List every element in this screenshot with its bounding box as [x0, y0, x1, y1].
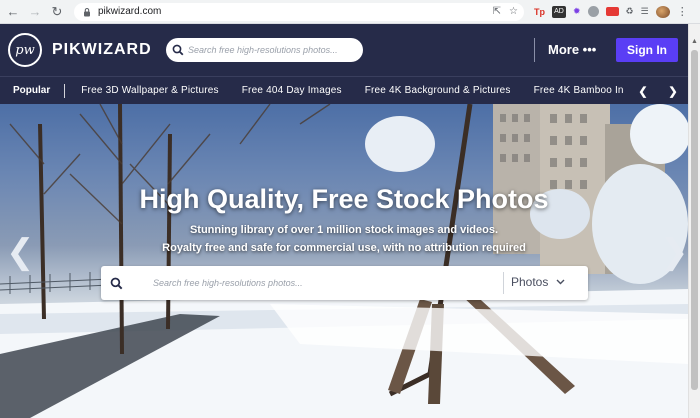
- share-icon[interactable]: ⇱: [493, 6, 501, 17]
- category-bar: Popular Free 3D Wallpaper & Pictures Fre…: [0, 76, 688, 104]
- page-scrollbar[interactable]: ▲: [688, 24, 700, 418]
- search-icon: [172, 44, 184, 56]
- url-text: pikwizard.com: [98, 6, 162, 17]
- category-item[interactable]: Free 4K Background & Pictures: [365, 85, 511, 96]
- browser-toolbar: ← → ↻ pikwizard.com ⇱ ☆ Tp AD ✹ ♻ ☰ ⋮: [0, 0, 700, 24]
- more-menu-button[interactable]: More •••: [548, 42, 596, 57]
- hero-search-bar[interactable]: Photos: [101, 266, 588, 300]
- logo-icon[interactable]: pw: [8, 33, 42, 67]
- hero-search-input[interactable]: [153, 278, 493, 288]
- spark-extension-icon[interactable]: ✹: [573, 6, 581, 18]
- category-item[interactable]: Free 3D Wallpaper & Pictures: [81, 85, 219, 96]
- ad-extension-icon[interactable]: AD: [552, 5, 566, 18]
- forward-icon[interactable]: →: [24, 1, 46, 23]
- header-search-input[interactable]: [188, 45, 348, 55]
- shield-extension-icon[interactable]: [587, 6, 599, 17]
- scrollbar-thumb[interactable]: [691, 50, 698, 390]
- hero-subtitle-secondary: Royalty free and safe for commercial use…: [162, 242, 526, 254]
- header-search[interactable]: [166, 38, 363, 62]
- category-divider: [64, 83, 66, 98]
- popular-label[interactable]: Popular: [13, 85, 50, 96]
- chevron-left-icon[interactable]: ❮: [638, 85, 647, 98]
- reading-list-icon[interactable]: ☰: [641, 6, 649, 18]
- address-bar[interactable]: pikwizard.com ⇱ ☆: [74, 2, 524, 21]
- profile-avatar[interactable]: [655, 5, 670, 18]
- scroll-up-icon[interactable]: ▲: [691, 38, 698, 45]
- tp-extension-icon[interactable]: Tp: [534, 6, 545, 18]
- bookmark-star-icon[interactable]: ☆: [509, 6, 518, 17]
- search-icon: [110, 277, 123, 289]
- category-item[interactable]: Free 404 Day Images: [242, 85, 342, 96]
- hero-subtitle: Stunning library of over 1 million stock…: [189, 224, 499, 236]
- lock-icon: [84, 7, 90, 16]
- chevron-right-icon[interactable]: ❯: [668, 85, 677, 98]
- back-icon[interactable]: ←: [2, 1, 24, 23]
- reload-icon[interactable]: ↻: [46, 1, 68, 23]
- media-type-dropdown[interactable]: Photos: [511, 275, 565, 289]
- search-type-divider: [503, 272, 504, 294]
- menu-dots-icon[interactable]: ⋮: [677, 6, 688, 18]
- hero-banner: ❮ ❯ High Quality, Free Stock Photos Stun…: [0, 104, 688, 418]
- site-header: pw PIKWIZARD More ••• Sign In: [0, 24, 688, 76]
- media-type-value: Photos: [511, 275, 549, 289]
- logo-text[interactable]: PIKWIZARD: [52, 41, 152, 59]
- header-divider: [534, 38, 535, 62]
- category-item[interactable]: Free 4K Bamboo In: [534, 85, 624, 96]
- snowy-street-photo: [0, 104, 688, 418]
- sign-in-button[interactable]: Sign In: [616, 38, 678, 62]
- hero-title: High Quality, Free Stock Photos: [139, 184, 549, 214]
- chevron-down-icon: [556, 279, 565, 285]
- puzzle-extension-icon[interactable]: ♻: [626, 6, 634, 18]
- youtube-extension-icon[interactable]: [605, 7, 619, 16]
